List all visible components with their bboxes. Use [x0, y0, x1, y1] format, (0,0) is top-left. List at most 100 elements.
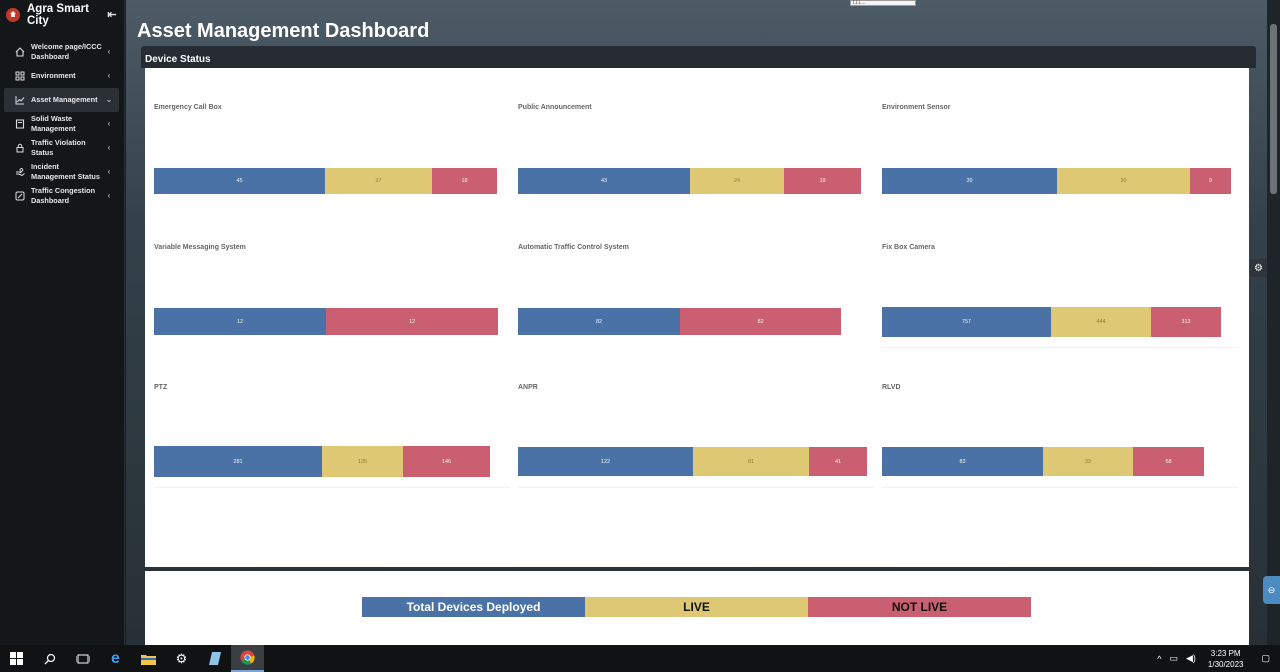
live-segment: 135 [322, 446, 403, 477]
status-bar: 82 82 [518, 308, 841, 335]
page-title: Asset Management Dashboard [137, 20, 430, 42]
sidebar-item-environment[interactable]: Environment ‹ [4, 64, 119, 88]
sidebar-item-traffic-violation[interactable]: Traffic Violation Status ‹ [4, 136, 119, 160]
side-widget-tab[interactable]: ⊖ [1263, 576, 1280, 604]
settings-app-icon[interactable]: ⚙ [165, 645, 198, 672]
settings-gear-icon[interactable]: ⚙ [1250, 259, 1267, 277]
sidebar-item-label: Traffic Violation Status [31, 137, 86, 158]
chevron-left-icon: ‹ [107, 142, 111, 152]
panel-divider [882, 487, 1238, 488]
not-live-segment: 313 [1151, 307, 1221, 337]
chevron-down-icon: ⌄ [105, 94, 113, 104]
panel-automatic-traffic-control: Automatic Traffic Control System 82 82 [518, 208, 876, 348]
top-search-input[interactable]: LLL... [850, 0, 916, 6]
panel-title: Fix Box Camera [882, 244, 935, 251]
not-live-segment: 58 [1133, 447, 1204, 476]
panel-divider [154, 487, 510, 488]
sidebar-item-label: Environment [31, 70, 76, 80]
legend-live: LIVE [585, 597, 808, 617]
not-live-segment: 12 [326, 308, 498, 335]
legend: Total Devices Deployed LIVE NOT LIVE [362, 597, 1031, 617]
sidebar-item-traffic-congestion[interactable]: Traffic Congestion Dashboard ‹ [4, 184, 119, 208]
lock-icon [14, 143, 25, 154]
volume-icon[interactable]: ◀) [1186, 653, 1196, 664]
status-bar: 757 444 313 [882, 307, 1221, 337]
live-segment: 81 [693, 447, 809, 476]
windows-start-icon[interactable] [0, 645, 33, 672]
deployed-segment: 82 [518, 308, 680, 335]
scrollbar-thumb[interactable] [1270, 24, 1277, 194]
panel-rlvd: RLVD 83 33 58 [882, 348, 1240, 488]
panel-title: Automatic Traffic Control System [518, 244, 629, 251]
deployed-segment: 39 [882, 168, 1057, 194]
chevron-left-icon: ‹ [107, 190, 111, 200]
panel-public-announcement: Public Announcement 43 24 19 [518, 68, 876, 208]
sidebar-item-label: Asset Management [31, 94, 98, 104]
search-icon[interactable] [33, 645, 66, 672]
sidebar-item-welcome[interactable]: Welcome page/ICCC Dashboard ‹ [4, 40, 119, 64]
chrome-browser-icon[interactable] [231, 645, 264, 672]
chevron-up-icon[interactable]: ^ [1157, 654, 1161, 664]
sidebar-item-incident-management[interactable]: Incident Management Status ‹ [4, 160, 119, 184]
sidebar-item-label: Welcome page/ICCC Dashboard [31, 41, 102, 62]
sidebar-item-asset-management[interactable]: Asset Management ⌄ [4, 88, 119, 112]
collapse-sidebar-icon[interactable]: ⇤ [106, 9, 118, 21]
deployed-segment: 281 [154, 446, 322, 477]
device-status-card: Emergency Call Box 45 27 18 Public Annou… [145, 68, 1249, 567]
windows-taskbar: e ⚙ ^ ▭ ◀) 3:23 PM 1/30/2023 ▢ [0, 645, 1280, 672]
app-name: Agra Smart City [27, 3, 89, 27]
panel-title: RLVD [882, 384, 901, 391]
panel-title: Variable Messaging System [154, 244, 246, 251]
bin-icon [14, 119, 25, 130]
chevron-left-icon: ‹ [107, 166, 111, 176]
not-live-segment: 19 [784, 168, 861, 194]
city-logo-icon [6, 8, 20, 22]
status-bar: 83 33 58 [882, 447, 1204, 476]
sidebar-item-label: Solid Waste Management [31, 113, 76, 134]
main-content: LLL... Asset Management Dashboard Device… [126, 0, 1267, 645]
panel-fix-box-camera: Fix Box Camera 757 444 313 [882, 208, 1240, 348]
status-bar: 281 135 146 [154, 446, 490, 477]
file-explorer-icon[interactable] [132, 645, 165, 672]
task-view-icon[interactable] [66, 645, 99, 672]
panel-emergency-call-box: Emergency Call Box 45 27 18 [154, 68, 512, 208]
deployed-segment: 757 [882, 307, 1051, 337]
panel-title: PTZ [154, 384, 168, 391]
panel-environment-sensor: Environment Sensor 39 30 9 [882, 68, 1240, 208]
sidebar-nav: Welcome page/ICCC Dashboard ‹ Environmen… [0, 40, 124, 208]
live-segment: 444 [1051, 307, 1151, 337]
deployed-segment: 122 [518, 447, 693, 476]
notification-icon[interactable]: ▢ [1261, 653, 1270, 664]
grid-icon [14, 71, 25, 82]
chevron-left-icon: ‹ [107, 118, 111, 128]
panel-title: ANPR [518, 384, 538, 391]
not-live-segment: 41 [809, 447, 867, 476]
deployed-segment: 83 [882, 447, 1043, 476]
sidebar-item-solid-waste[interactable]: Solid Waste Management ‹ [4, 112, 119, 136]
sidebar: Agra Smart City ⇤ Welcome page/ICCC Dash… [0, 0, 125, 645]
panel-title: Environment Sensor [882, 104, 951, 111]
not-live-segment: 82 [680, 308, 841, 335]
status-bar: 45 27 18 [154, 168, 497, 194]
notepad-icon[interactable] [198, 645, 231, 672]
chevron-left-icon: ‹ [107, 46, 111, 56]
clock[interactable]: 3:23 PM 1/30/2023 [1208, 648, 1244, 670]
sidebar-item-label: Incident Management Status [31, 161, 100, 182]
legend-deployed: Total Devices Deployed [362, 597, 585, 617]
chevron-left-icon: ‹ [107, 70, 111, 80]
network-icon[interactable]: ▭ [1169, 653, 1178, 664]
chart-line-icon [14, 95, 25, 106]
panel-title: Public Announcement [518, 104, 592, 111]
edge-browser-icon[interactable]: e [99, 645, 132, 672]
live-segment: 30 [1057, 168, 1190, 194]
panel-variable-messaging-system: Variable Messaging System 12 12 [154, 208, 512, 348]
deployed-segment: 12 [154, 308, 326, 335]
brand: Agra Smart City ⇤ [0, 0, 124, 30]
legend-card: Total Devices Deployed LIVE NOT LIVE [145, 571, 1249, 645]
panel-anpr: ANPR 122 81 41 [518, 348, 876, 488]
not-live-segment: 9 [1190, 168, 1231, 194]
clock-date: 1/30/2023 [1207, 659, 1244, 669]
not-live-segment: 146 [403, 446, 490, 477]
clock-time: 3:23 PM [1210, 648, 1241, 658]
home-icon [14, 47, 25, 58]
